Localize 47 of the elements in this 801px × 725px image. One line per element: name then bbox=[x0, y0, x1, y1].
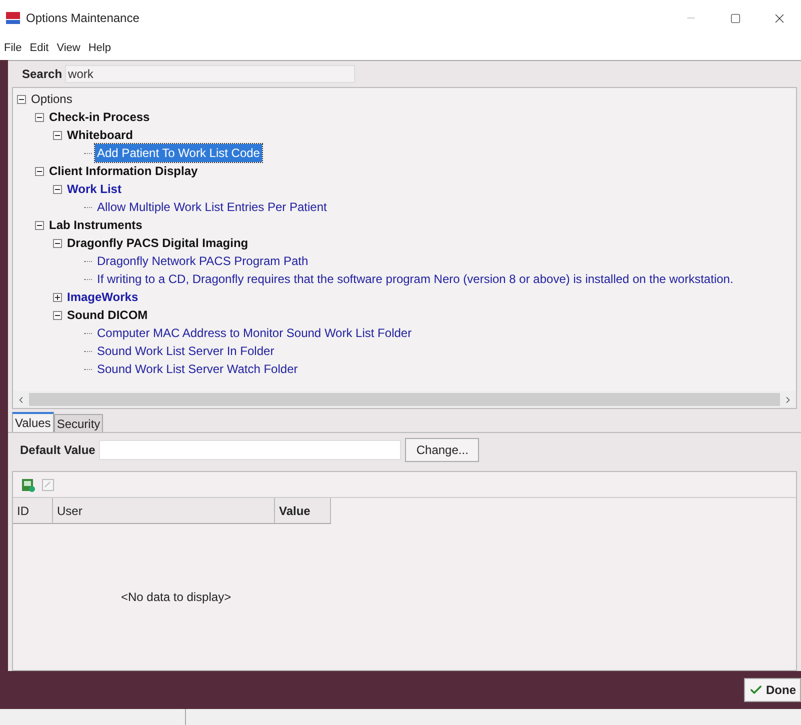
search-field[interactable]: work bbox=[65, 65, 356, 83]
horizontal-scrollbar[interactable] bbox=[13, 391, 796, 408]
empty-grid-message: <No data to display> bbox=[121, 589, 232, 606]
collapse-icon[interactable] bbox=[53, 130, 62, 140]
tree-item[interactable]: Sound Work List Server Watch Folder bbox=[95, 360, 300, 378]
collapse-icon[interactable] bbox=[17, 94, 26, 104]
tree-item[interactable]: Sound Work List Server In Folder bbox=[95, 342, 276, 360]
done-button[interactable]: Done bbox=[744, 678, 801, 702]
change-button[interactable]: Change... bbox=[405, 438, 480, 462]
tree-item[interactable]: Client Information Display bbox=[47, 162, 200, 180]
collapse-icon[interactable] bbox=[35, 112, 44, 122]
search-label: Search bbox=[22, 66, 62, 83]
menu-item[interactable]: Edit bbox=[30, 40, 49, 56]
tree-item[interactable]: Sound DICOM bbox=[65, 306, 150, 324]
tree-item[interactable]: Work List bbox=[65, 180, 124, 198]
tree-item[interactable]: Dragonfly Network PACS Program Path bbox=[95, 252, 310, 270]
tree-item[interactable]: Allow Multiple Work List Entries Per Patient bbox=[95, 198, 329, 216]
app-logo-icon bbox=[6, 12, 20, 24]
tab[interactable]: Security bbox=[54, 414, 104, 432]
window-title: Options Maintenance bbox=[26, 10, 140, 27]
maximize-icon bbox=[730, 12, 740, 24]
column-header[interactable]: ID bbox=[13, 498, 53, 523]
tree-item[interactable]: Lab Instruments bbox=[47, 216, 144, 234]
column-header[interactable]: User bbox=[53, 498, 275, 523]
tree-item[interactable]: Dragonfly PACS Digital Imaging bbox=[65, 234, 250, 252]
tree-item[interactable]: Add Patient To Work List Code bbox=[95, 144, 262, 162]
tree-item[interactable]: Options bbox=[29, 90, 74, 108]
collapse-icon[interactable] bbox=[35, 220, 44, 230]
expand-icon[interactable] bbox=[53, 292, 62, 302]
tree-item[interactable]: Check-in Process bbox=[47, 108, 152, 126]
tree-item[interactable]: Computer MAC Address to Monitor Sound Work List Folder bbox=[95, 324, 414, 342]
default-value-label: Default Value bbox=[20, 442, 96, 459]
collapse-icon[interactable] bbox=[35, 166, 44, 176]
add-record-icon[interactable] bbox=[21, 478, 35, 492]
collapse-icon[interactable] bbox=[53, 184, 62, 194]
collapse-icon[interactable] bbox=[53, 310, 62, 320]
tab[interactable]: Values bbox=[12, 412, 54, 432]
column-header[interactable]: Value bbox=[275, 498, 331, 523]
default-value-field[interactable] bbox=[99, 440, 402, 460]
check-icon bbox=[749, 683, 763, 697]
menu-item[interactable]: View bbox=[56, 40, 80, 56]
menu-item[interactable]: Help bbox=[88, 40, 111, 56]
tree-item[interactable]: Whiteboard bbox=[65, 126, 135, 144]
collapse-icon[interactable] bbox=[53, 238, 62, 248]
tree-item[interactable]: ImageWorks bbox=[65, 288, 140, 306]
menu-item[interactable]: File bbox=[4, 40, 22, 56]
tree-item[interactable]: If writing to a CD, Dragonfly requires that the software program Nero (version 8 or above) is installed on the workstation. bbox=[95, 270, 736, 288]
